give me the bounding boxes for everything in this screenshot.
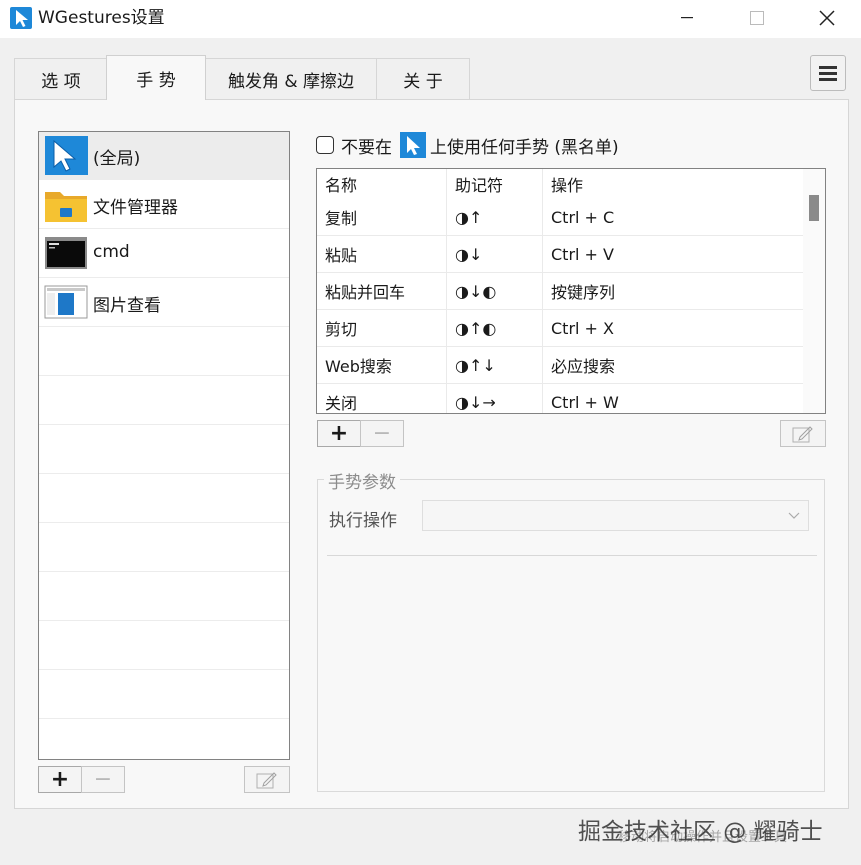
tab-about[interactable]: 关 于	[376, 58, 470, 99]
close-icon	[819, 10, 835, 26]
app-item-label: 文件管理器	[93, 198, 178, 218]
cell-action: 按键序列	[551, 283, 616, 302]
tab-options[interactable]: 选 项	[14, 58, 108, 99]
cell-action: Ctrl + V	[551, 244, 614, 264]
exec-action-label: 执行操作	[329, 511, 397, 531]
blacklist-label-before: 不要在	[341, 137, 392, 158]
edit-icon	[792, 425, 813, 442]
add-app-button[interactable]: +	[38, 766, 82, 793]
cell-action: Ctrl + C	[551, 207, 615, 227]
app-item-label: (全局)	[93, 149, 141, 169]
list-item	[39, 720, 289, 759]
minimize-icon	[681, 17, 693, 19]
cell-name: 剪切	[317, 310, 447, 346]
list-item	[39, 475, 289, 523]
menu-button[interactable]	[810, 55, 846, 91]
app-item-cmd[interactable]: cmd	[39, 230, 289, 278]
window-title: WGestures设置	[38, 8, 165, 28]
divider	[327, 555, 817, 556]
gesture-table[interactable]: 名称 助记符 操作 复制 ◑↑ Ctrl + C 粘贴 ◑↓ Ctrl + V …	[316, 168, 826, 414]
maximize-icon	[750, 11, 764, 25]
console-icon	[44, 233, 88, 273]
edit-app-button[interactable]	[244, 766, 290, 793]
app-item-label: 图片查看	[93, 296, 161, 316]
list-item	[39, 328, 289, 376]
table-row[interactable]: 粘贴 ◑↓ Ctrl + V	[317, 236, 803, 273]
minimize-button[interactable]	[664, 0, 710, 36]
tab-gestures[interactable]: 手 势	[106, 55, 206, 100]
table-row[interactable]: 剪切 ◑↑◐ Ctrl + X	[317, 310, 803, 347]
add-gesture-button[interactable]: +	[317, 420, 361, 447]
cell-mnemonic: ◑↓→	[447, 384, 543, 413]
edit-icon	[256, 771, 277, 788]
list-item	[39, 622, 289, 670]
cell-mnemonic: ◑↑↓	[447, 347, 543, 383]
app-item-photo-viewer[interactable]: 图片查看	[39, 279, 289, 327]
cursor-arrow-icon	[400, 132, 426, 158]
chevron-down-icon	[788, 512, 800, 519]
table-row[interactable]: Web搜索 ◑↑↓ 必应搜索	[317, 347, 803, 384]
folder-icon	[44, 184, 88, 224]
list-item	[39, 671, 289, 719]
cell-mnemonic: ◑↑◐	[447, 310, 543, 346]
app-item-label: cmd	[93, 242, 130, 262]
app-list[interactable]: (全局) 文件管理器 cmd 图片查看	[38, 131, 290, 760]
table-row[interactable]: 关闭 ◑↓→ Ctrl + W	[317, 384, 803, 413]
maximize-button[interactable]	[734, 0, 780, 36]
cell-action: Ctrl + X	[551, 318, 615, 338]
cell-mnemonic: ◑↑	[447, 199, 543, 235]
cell-name: 粘贴	[317, 236, 447, 272]
photo-viewer-icon	[44, 282, 88, 322]
column-header-mnemonic[interactable]: 助记符	[447, 169, 543, 199]
table-row[interactable]: 复制 ◑↑ Ctrl + C	[317, 199, 803, 236]
cursor-arrow-icon	[44, 135, 89, 176]
tab-hot-corners[interactable]: 触发角 & 摩擦边	[204, 58, 378, 99]
cell-action: 必应搜索	[551, 357, 616, 376]
blacklist-option[interactable]: 不要在 上使用任何手势 (黑名单)	[316, 131, 619, 159]
app-cursor-icon	[10, 7, 32, 29]
cell-mnemonic: ◑↓	[447, 236, 543, 272]
cell-name: 粘贴并回车	[317, 273, 447, 309]
list-item	[39, 573, 289, 621]
cell-name: Web搜索	[317, 347, 447, 383]
app-item-file-manager[interactable]: 文件管理器	[39, 181, 289, 229]
table-scrollbar[interactable]	[803, 169, 825, 413]
list-item	[39, 377, 289, 425]
cell-mnemonic: ◑↓◐	[447, 273, 543, 309]
watermark: 掘金技术社区 @ 耀骑士	[578, 819, 823, 845]
cell-name: 复制	[317, 199, 447, 235]
close-button[interactable]	[804, 0, 850, 36]
scrollbar-thumb[interactable]	[809, 195, 819, 221]
gesture-params-title: 手势参数	[324, 468, 400, 493]
app-item-global[interactable]: (全局)	[39, 132, 289, 180]
list-item	[39, 524, 289, 572]
column-header-action[interactable]: 操作	[543, 169, 803, 199]
remove-app-button[interactable]: −	[81, 766, 125, 793]
exec-action-select[interactable]	[422, 500, 809, 531]
table-header: 名称 助记符 操作	[317, 169, 803, 199]
edit-gesture-button[interactable]	[780, 420, 826, 447]
remove-gesture-button[interactable]: −	[360, 420, 404, 447]
table-row[interactable]: 粘贴并回车 ◑↓◐ 按键序列	[317, 273, 803, 310]
cell-name: 关闭	[317, 384, 447, 413]
hamburger-icon	[819, 66, 837, 81]
tab-bar: 选 项 手 势 触发角 & 摩擦边 关 于	[0, 38, 861, 100]
column-header-name[interactable]: 名称	[317, 169, 447, 199]
cell-action: Ctrl + W	[551, 392, 619, 412]
blacklist-label-after: 上使用任何手势 (黑名单)	[430, 137, 619, 158]
blacklist-checkbox[interactable]	[316, 136, 334, 154]
list-item	[39, 426, 289, 474]
